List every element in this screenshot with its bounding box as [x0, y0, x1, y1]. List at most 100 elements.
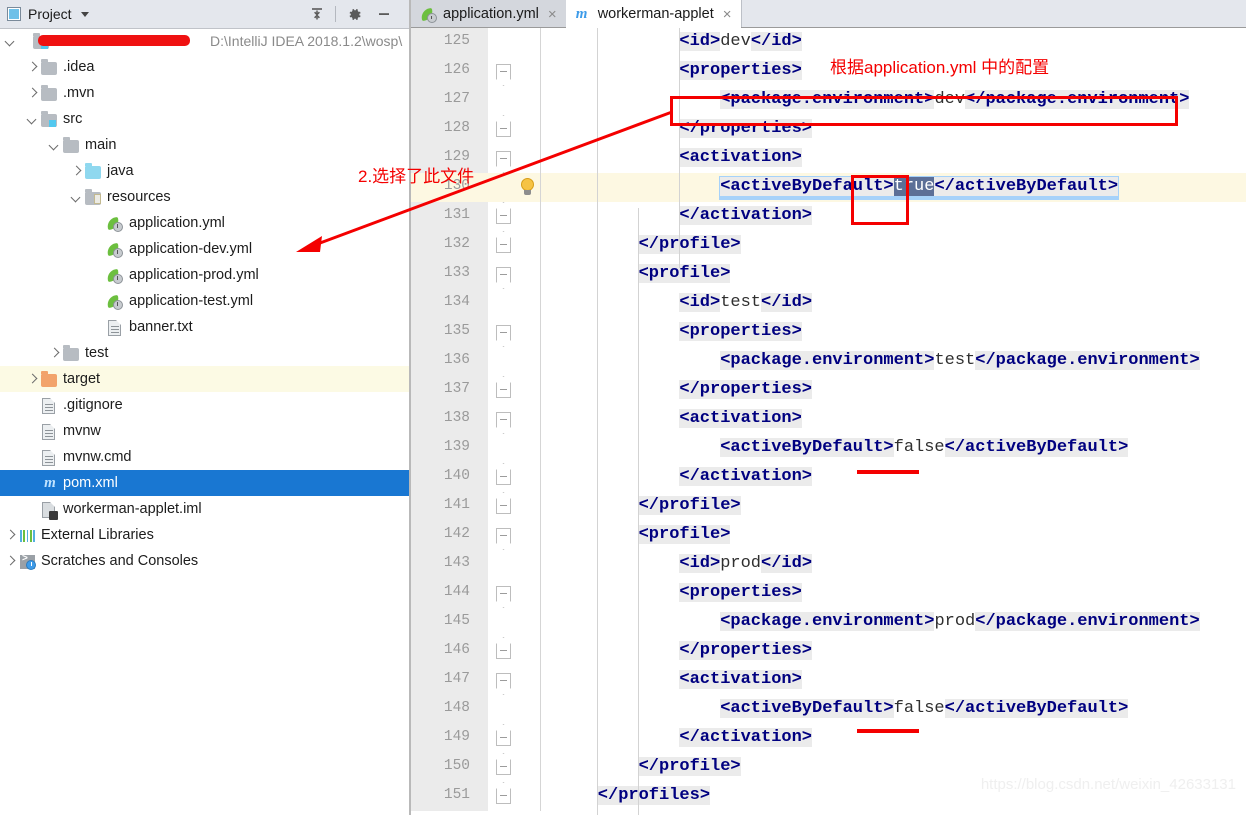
tree-item-pom-xml[interactable]: m pom.xml: [0, 470, 409, 496]
fold-marker-collapse-icon[interactable]: [496, 122, 511, 137]
tree-item-external-libraries[interactable]: External Libraries: [0, 522, 409, 548]
code-line-132[interactable]: 132 </profile>: [411, 231, 1246, 260]
fold-column[interactable]: [488, 376, 523, 405]
fold-column[interactable]: [488, 405, 523, 434]
fold-column[interactable]: [488, 753, 523, 782]
chevron-down-icon[interactable]: [80, 11, 89, 17]
code-line-140[interactable]: 140 </activation>: [411, 463, 1246, 492]
code-line-141[interactable]: 141 </profile>: [411, 492, 1246, 521]
fold-marker-collapse-icon[interactable]: [496, 644, 511, 659]
fold-marker-collapse-icon[interactable]: [496, 470, 511, 485]
fold-column[interactable]: [488, 202, 523, 231]
tab-application-yml[interactable]: application.yml ×: [411, 0, 566, 28]
fold-marker-collapse-icon[interactable]: [496, 412, 511, 427]
tab-workerman-applet[interactable]: m workerman-applet ×: [565, 0, 741, 28]
fold-column[interactable]: [488, 57, 523, 86]
tree-item-java[interactable]: java: [0, 158, 409, 184]
code-line-147[interactable]: 147 <activation>: [411, 666, 1246, 695]
minimize-icon[interactable]: [369, 1, 399, 27]
tree-item-banner-txt[interactable]: banner.txt: [0, 314, 409, 340]
fold-marker-collapse-icon[interactable]: [496, 209, 511, 224]
settings-gear-icon[interactable]: [339, 1, 369, 27]
code-line-149[interactable]: 149 </activation>: [411, 724, 1246, 753]
close-icon[interactable]: ×: [548, 7, 557, 22]
fold-marker-collapse-icon[interactable]: [496, 325, 511, 340]
fold-column[interactable]: [488, 724, 523, 753]
fold-column[interactable]: [488, 86, 523, 115]
fold-column[interactable]: [488, 695, 523, 724]
code-line-130[interactable]: 130 <activeByDefault>true</activeByDefaul…: [411, 173, 1246, 202]
chevron-down-icon[interactable]: [26, 113, 39, 126]
chevron-right-icon[interactable]: [26, 373, 39, 386]
fold-column[interactable]: [488, 173, 523, 202]
tree-item-test[interactable]: test: [0, 340, 409, 366]
code-line-139[interactable]: 139 <activeByDefault>false</activeByDefau…: [411, 434, 1246, 463]
code-line-129[interactable]: 129 <activation>: [411, 144, 1246, 173]
fold-marker-collapse-icon[interactable]: [496, 499, 511, 514]
code-line-125[interactable]: 125 <id>dev</id>: [411, 28, 1246, 57]
fold-column[interactable]: [488, 28, 523, 57]
collapse-all-icon[interactable]: [302, 1, 332, 27]
fold-column[interactable]: [488, 521, 523, 550]
project-tree[interactable]: D:\IntelliJ IDEA 2018.1.2\wosp\ .idea .mv…: [0, 28, 409, 815]
code-line-135[interactable]: 135 <properties>: [411, 318, 1246, 347]
fold-column[interactable]: [488, 347, 523, 376]
code-line-136[interactable]: 136 <package.environment>test</package.en…: [411, 347, 1246, 376]
fold-column[interactable]: [488, 434, 523, 463]
tree-item-mvnw[interactable]: mvnw: [0, 418, 409, 444]
code-line-134[interactable]: 134 <id>test</id>: [411, 289, 1246, 318]
code-line-146[interactable]: 146 </properties>: [411, 637, 1246, 666]
tree-item-main[interactable]: main: [0, 132, 409, 158]
fold-column[interactable]: [488, 608, 523, 637]
fold-marker-collapse-icon[interactable]: [496, 586, 511, 601]
close-icon[interactable]: ×: [723, 7, 732, 22]
chevron-right-icon[interactable]: [26, 61, 39, 74]
fold-column[interactable]: [488, 318, 523, 347]
fold-marker-collapse-icon[interactable]: [496, 760, 511, 775]
fold-column[interactable]: [488, 260, 523, 289]
tree-item-mvnw-cmd[interactable]: mvnw.cmd: [0, 444, 409, 470]
code-line-133[interactable]: 133 <profile>: [411, 260, 1246, 289]
fold-column[interactable]: [488, 782, 523, 811]
code-editor[interactable]: 125 <id>dev</id> 126 <properties> 127 <packag…: [411, 28, 1246, 815]
code-line-145[interactable]: 145 <package.environment>prod</package.en…: [411, 608, 1246, 637]
tree-item-application-yml[interactable]: application.yml: [0, 210, 409, 236]
project-title-group[interactable]: Project: [0, 6, 89, 22]
tree-item-application-test-yml[interactable]: application-test.yml: [0, 288, 409, 314]
fold-marker-collapse-icon[interactable]: [496, 383, 511, 398]
fold-marker-collapse-icon[interactable]: [496, 64, 511, 79]
fold-marker-collapse-icon[interactable]: [496, 267, 511, 282]
code-line-131[interactable]: 131 </activation>: [411, 202, 1246, 231]
tree-item-idea[interactable]: .idea: [0, 54, 409, 80]
chevron-right-icon[interactable]: [70, 165, 83, 178]
fold-column[interactable]: [488, 666, 523, 695]
tree-root-row[interactable]: D:\IntelliJ IDEA 2018.1.2\wosp\: [0, 28, 409, 54]
code-line-148[interactable]: 148 <activeByDefault>false</activeByDefau…: [411, 695, 1246, 724]
fold-marker-collapse-icon[interactable]: [496, 673, 511, 688]
fold-marker-collapse-icon[interactable]: [496, 238, 511, 253]
chevron-down-icon[interactable]: [70, 191, 83, 204]
chevron-right-icon[interactable]: [4, 555, 17, 568]
chevron-right-icon[interactable]: [26, 87, 39, 100]
code-line-137[interactable]: 137 </properties>: [411, 376, 1246, 405]
tree-item-application-prod-yml[interactable]: application-prod.yml: [0, 262, 409, 288]
chevron-down-icon[interactable]: [48, 139, 61, 152]
fold-column[interactable]: [488, 492, 523, 521]
code-line-143[interactable]: 143 <id>prod</id>: [411, 550, 1246, 579]
fold-column[interactable]: [488, 144, 523, 173]
fold-column[interactable]: [488, 579, 523, 608]
fold-column[interactable]: [488, 550, 523, 579]
fold-marker-collapse-icon[interactable]: [496, 151, 511, 166]
code-line-126[interactable]: 126 <properties>: [411, 57, 1246, 86]
chevron-down-icon[interactable]: [4, 35, 17, 48]
chevron-right-icon[interactable]: [48, 347, 61, 360]
fold-column[interactable]: [488, 115, 523, 144]
code-line-138[interactable]: 138 <activation>: [411, 405, 1246, 434]
intention-bulb-icon[interactable]: [519, 178, 537, 197]
code-line-144[interactable]: 144 <properties>: [411, 579, 1246, 608]
fold-marker-collapse-icon[interactable]: [496, 528, 511, 543]
tree-item-gitignore[interactable]: .gitignore: [0, 392, 409, 418]
fold-column[interactable]: [488, 231, 523, 260]
fold-column[interactable]: [488, 637, 523, 666]
code-line-142[interactable]: 142 <profile>: [411, 521, 1246, 550]
